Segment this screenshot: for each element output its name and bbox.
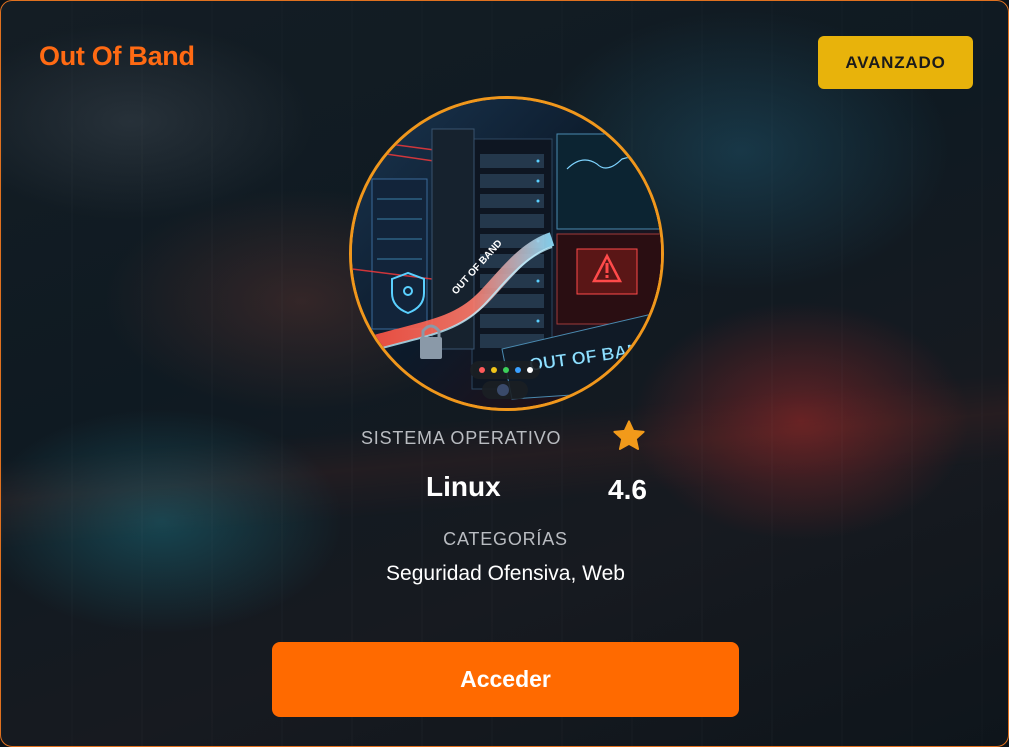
categories-label: CATEGORÍAS xyxy=(443,529,568,549)
machine-title: Out Of Band xyxy=(39,41,195,71)
star-icon xyxy=(613,420,645,450)
access-button[interactable]: Acceder xyxy=(272,642,739,717)
machine-image: OUT OF BAND OUT OF BAND xyxy=(349,96,664,411)
machine-card: Out Of Band AVANZADO OUT OF BAND OUT OF … xyxy=(0,0,1009,747)
os-label: SISTEMA OPERATIVO xyxy=(361,428,562,448)
categories-value: Seguridad Ofensiva, Web xyxy=(386,562,625,585)
os-value: Linux xyxy=(426,471,501,502)
difficulty-badge: AVANZADO xyxy=(818,36,973,89)
rating-value: 4.6 xyxy=(608,474,647,505)
